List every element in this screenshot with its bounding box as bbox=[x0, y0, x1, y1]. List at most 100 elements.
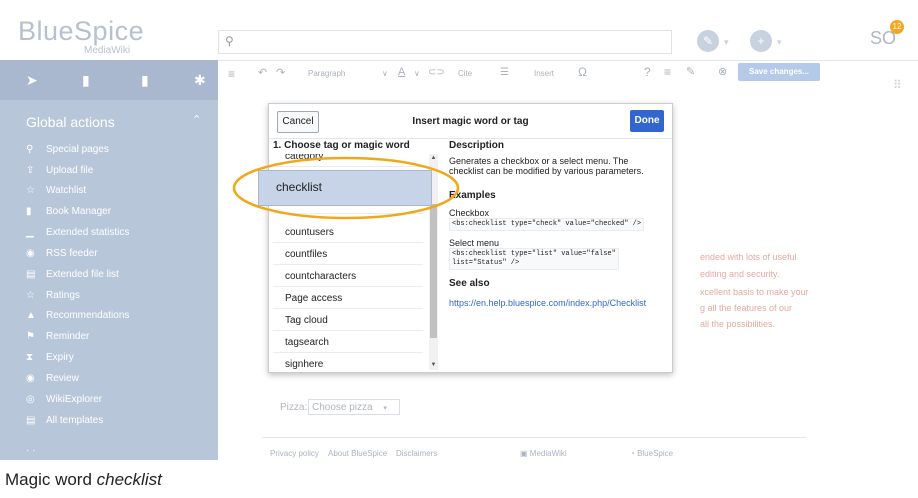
content-text[interactable]: ended with lots of useful bbox=[700, 252, 797, 262]
chevron-down-icon: ▾ bbox=[777, 37, 782, 47]
logo-text: BlueSpice bbox=[18, 16, 145, 46]
chevron-down-icon: ▾ bbox=[383, 405, 387, 412]
sidebar-item[interactable]: ▮ Book Manager bbox=[26, 202, 111, 222]
footer-link[interactable]: Privacy policy bbox=[270, 449, 319, 458]
scroll-down-icon[interactable]: ▼ bbox=[429, 362, 438, 368]
sidebar-item[interactable]: ⚑ Reminder bbox=[26, 327, 89, 347]
list-item[interactable]: tagsearch bbox=[273, 332, 423, 353]
link-icon[interactable]: ⊂⊃ bbox=[428, 67, 445, 78]
sidebar-item[interactable]: ⇪ Upload file bbox=[26, 161, 93, 181]
hourglass-icon: ⧗ bbox=[26, 352, 34, 363]
navigation-icon[interactable]: ➤ bbox=[26, 72, 38, 89]
bluespice-badge[interactable]: ◔ BlueSpice bbox=[630, 449, 673, 458]
content-text[interactable]: editing and security. bbox=[700, 269, 779, 279]
sidebar-tabs: ➤ ▮ ▮ ✱ bbox=[0, 60, 218, 100]
explorer-icon: ◎ bbox=[26, 394, 35, 405]
eye-icon: ◉ bbox=[26, 373, 35, 384]
list-item[interactable]: countcharacters bbox=[273, 266, 423, 287]
description-text: Generates a checkbox or a select menu. T… bbox=[449, 156, 644, 176]
highlight-ellipse bbox=[232, 156, 460, 220]
footer-link[interactable]: About BlueSpice bbox=[328, 449, 387, 458]
book-icon[interactable]: ▮ bbox=[82, 72, 90, 89]
gear-icon[interactable]: ✱ bbox=[194, 72, 206, 89]
help-icon[interactable]: ? bbox=[644, 65, 651, 79]
chart-icon: ▁ bbox=[26, 227, 34, 238]
upload-icon: ⇪ bbox=[26, 165, 35, 176]
sidebar-item[interactable]: ▤ All templates bbox=[26, 411, 103, 431]
mediawiki-icon: ▣ bbox=[520, 449, 530, 458]
insert-magic-word-dialog: Cancel Insert magic word or tag Done 1. … bbox=[268, 103, 673, 373]
sidebar-item[interactable]: ⚲ Special pages bbox=[26, 140, 109, 160]
chevron-down-icon: ∨ bbox=[414, 69, 420, 78]
caption-keyword: checklist bbox=[96, 470, 162, 489]
bluespice-icon: ◔ bbox=[630, 449, 638, 458]
sidebar-item[interactable]: ⧗ Expiry bbox=[26, 348, 74, 368]
flag-icon: ⚑ bbox=[26, 331, 35, 342]
search-icon: ⚲ bbox=[225, 34, 234, 48]
star-icon: ☆ bbox=[26, 185, 35, 196]
done-button[interactable]: Done bbox=[630, 110, 664, 132]
caption: Magic word checklist bbox=[5, 470, 162, 489]
plus-icon: + bbox=[757, 34, 765, 48]
cancel-button[interactable]: Cancel bbox=[277, 111, 319, 133]
sidebar-item[interactable]: ▲ Recommendations bbox=[26, 306, 129, 326]
insert-dropdown[interactable]: Insert bbox=[534, 69, 554, 78]
list-icon[interactable]: ☰ bbox=[500, 67, 509, 78]
list-header: 1. Choose tag or magic word bbox=[273, 140, 410, 151]
hamburger-icon[interactable]: ≡ bbox=[228, 67, 235, 81]
list-item[interactable]: Tag cloud bbox=[273, 310, 423, 331]
text-style-icon[interactable]: A bbox=[398, 66, 405, 78]
edit-menu-button[interactable]: ✎ bbox=[697, 30, 719, 52]
see-also-link[interactable]: https://en.help.bluespice.com/index.php/… bbox=[449, 298, 646, 308]
sidebar-item[interactable]: ◉ Review bbox=[26, 369, 79, 389]
list-item[interactable]: Page access bbox=[273, 288, 423, 309]
pencil-icon: ✎ bbox=[702, 34, 714, 48]
chevron-up-icon[interactable]: ⌃ bbox=[192, 113, 201, 126]
save-changes-button[interactable]: Save changes... bbox=[738, 63, 820, 81]
global-actions-title: Global actions bbox=[26, 114, 115, 130]
search-input[interactable]: ⚲ bbox=[218, 30, 672, 54]
cite-dropdown[interactable]: Cite bbox=[458, 69, 472, 78]
dialog-header: Cancel Insert magic word or tag Done bbox=[269, 104, 672, 139]
content-text[interactable]: xcellent basis to make your bbox=[700, 287, 809, 297]
sidebar-item[interactable]: ▁ Extended statistics bbox=[26, 223, 129, 243]
example-label: Select menu bbox=[449, 238, 500, 248]
special-character-button[interactable]: Ω bbox=[578, 65, 587, 79]
footer-link[interactable]: Disclaimers bbox=[396, 449, 437, 458]
clipboard-icon[interactable]: ▮ bbox=[141, 72, 149, 89]
bluespice-logo[interactable]: BlueSpice MediaWiki bbox=[18, 10, 208, 56]
example-code: <bs:checklist type="check" value="checke… bbox=[449, 218, 645, 231]
scrollbar-thumb[interactable] bbox=[430, 204, 437, 338]
recommendation-icon: ▲ bbox=[26, 310, 36, 321]
sidebar-item[interactable]: ◎ WikiExplorer bbox=[26, 390, 102, 410]
book-icon: ▮ bbox=[26, 206, 32, 217]
sidebar-item[interactable]: ☆ Ratings bbox=[26, 286, 80, 306]
file-list-icon: ▤ bbox=[26, 269, 36, 280]
paragraph-dropdown[interactable]: Paragraph bbox=[308, 69, 345, 78]
mediawiki-badge[interactable]: ▣ MediaWiki bbox=[520, 449, 567, 458]
notification-badge[interactable]: 12 bbox=[890, 20, 904, 34]
redo-icon[interactable]: ↷ bbox=[276, 66, 285, 79]
footer-divider bbox=[262, 437, 806, 438]
pencil-icon[interactable]: ✎ bbox=[686, 65, 695, 78]
undo-icon[interactable]: ↶ bbox=[258, 66, 267, 79]
list-item[interactable]: signhere bbox=[273, 354, 423, 370]
chevron-down-icon: ∨ bbox=[382, 69, 388, 78]
dialog-title: Insert magic word or tag bbox=[412, 116, 529, 127]
description-header: Description bbox=[449, 140, 505, 151]
search-icon: ⚲ bbox=[26, 144, 34, 155]
example-code: <bs:checklist type="list" value="false" … bbox=[449, 248, 619, 270]
sidebar-item[interactable]: ▤ Extended file list bbox=[26, 265, 119, 285]
rss-icon: ◉ bbox=[26, 248, 35, 259]
sidebar-item[interactable]: ☆ Watchlist bbox=[26, 181, 86, 201]
menu-icon[interactable]: ≡ bbox=[664, 65, 671, 79]
content-text[interactable]: all the possibilities. bbox=[700, 319, 775, 329]
see-also-header: See also bbox=[449, 278, 490, 289]
sidebar-item[interactable]: ◉ RSS feeder bbox=[26, 244, 98, 264]
list-item[interactable]: countfiles bbox=[273, 244, 423, 265]
create-menu-button[interactable]: + bbox=[750, 30, 772, 52]
list-item[interactable]: countusers bbox=[273, 222, 423, 243]
pizza-select[interactable]: Choose pizza ▾ bbox=[308, 399, 400, 415]
close-icon[interactable]: ⊗ bbox=[718, 65, 727, 78]
content-text[interactable]: g all the features of our bbox=[700, 303, 792, 313]
